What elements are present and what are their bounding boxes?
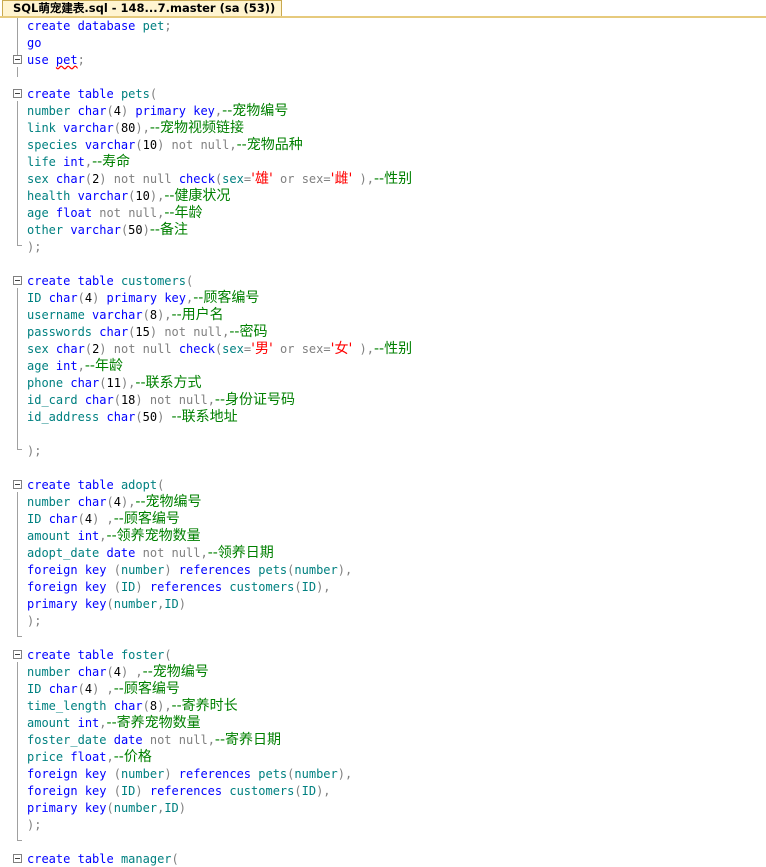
code-line: create database pet; [27, 19, 172, 33]
code-line: link varchar(80),--宠物视频链接 [27, 120, 244, 136]
code-line: age float not null,--年龄 [27, 205, 203, 221]
code-line: age int,--年龄 [27, 358, 123, 374]
code-line: id_address char(50) --联系地址 [27, 409, 238, 425]
code-line: foreign key (ID) references customers(ID… [27, 580, 331, 594]
code-line: username varchar(8),--用户名 [27, 307, 224, 323]
outline-end [17, 840, 22, 841]
code-line: ID char(4) primary key,--顾客编号 [27, 290, 260, 306]
code-line: id_card char(18) not null,--身份证号码 [27, 392, 296, 408]
code-line: phone char(11),--联系方式 [27, 375, 202, 391]
code-line: foster_date date not null,--寄养日期 [27, 732, 282, 748]
code-line: ); [27, 240, 42, 254]
code-line: foreign key (number) references pets(num… [27, 563, 353, 577]
code-line: number char(4) ,--宠物编号 [27, 664, 209, 680]
code-line: ID char(4) ,--顾客编号 [27, 511, 180, 527]
code-line: use pet; [27, 53, 85, 67]
outline-line [17, 492, 18, 637]
collapse-toggle-icon[interactable] [13, 89, 22, 98]
code-line: ); [27, 444, 42, 458]
code-line: primary key(number,ID) [27, 801, 187, 815]
code-line: primary key(number,ID) [27, 597, 187, 611]
code-line: price float,--价格 [27, 749, 152, 765]
outline-end [17, 636, 22, 637]
code-line: create table pets( [27, 87, 158, 101]
document-tab-bar: SQL萌宠建表.sql - 148...7.master (sa (53)) [0, 0, 766, 18]
outline-line [17, 288, 18, 450]
collapse-toggle-icon[interactable] [13, 480, 22, 489]
code-line: sex char(2) not null check(sex='男' or se… [27, 341, 413, 357]
outline-line [17, 67, 18, 77]
code-line: create table manager( [27, 852, 179, 866]
outline-line [17, 662, 18, 841]
code-line: amount int,--寄养宠物数量 [27, 715, 201, 731]
outline-line [17, 18, 18, 55]
code-line: number char(4),--宠物编号 [27, 494, 202, 510]
document-tab-title: SQL萌宠建表.sql - 148...7.master (sa (53)) [13, 1, 276, 15]
code-line: species varchar(10) not null,--宠物品种 [27, 137, 303, 153]
outline-end [17, 449, 22, 450]
code-line: ID char(4) ,--顾客编号 [27, 681, 180, 697]
outline-end [17, 245, 22, 246]
collapse-toggle-icon[interactable] [13, 276, 22, 285]
collapse-toggle-icon[interactable] [13, 854, 22, 863]
code-line: amount int,--领养宠物数量 [27, 528, 201, 544]
code-line: sex char(2) not null check(sex='雄' or se… [27, 171, 413, 187]
sql-code-editor[interactable]: create database pet; go use pet; create … [0, 18, 766, 867]
code-line: foreign key (ID) references customers(ID… [27, 784, 331, 798]
document-tab[interactable]: SQL萌宠建表.sql - 148...7.master (sa (53)) [2, 0, 283, 16]
code-line: foreign key (number) references pets(num… [27, 767, 353, 781]
collapse-toggle-icon[interactable] [13, 650, 22, 659]
code-line: number char(4) primary key,--宠物编号 [27, 103, 289, 119]
collapse-toggle-icon[interactable] [13, 55, 22, 64]
code-line: ); [27, 614, 42, 628]
code-line: ); [27, 818, 42, 832]
code-line: adopt_date date not null,--领养日期 [27, 545, 274, 561]
outline-line [17, 101, 18, 246]
code-line: create table foster( [27, 648, 172, 662]
code-line: create table customers( [27, 274, 194, 288]
code-line: time_length char(8),--寄养时长 [27, 698, 238, 714]
code-line: passwords char(15) not null,--密码 [27, 324, 268, 340]
code-line: other varchar(50)--备注 [27, 222, 188, 238]
code-line: go [27, 36, 42, 50]
code-line: life int,--寿命 [27, 154, 131, 170]
code-line: create table adopt( [27, 478, 165, 492]
code-line: health varchar(10),--健康状况 [27, 188, 231, 204]
